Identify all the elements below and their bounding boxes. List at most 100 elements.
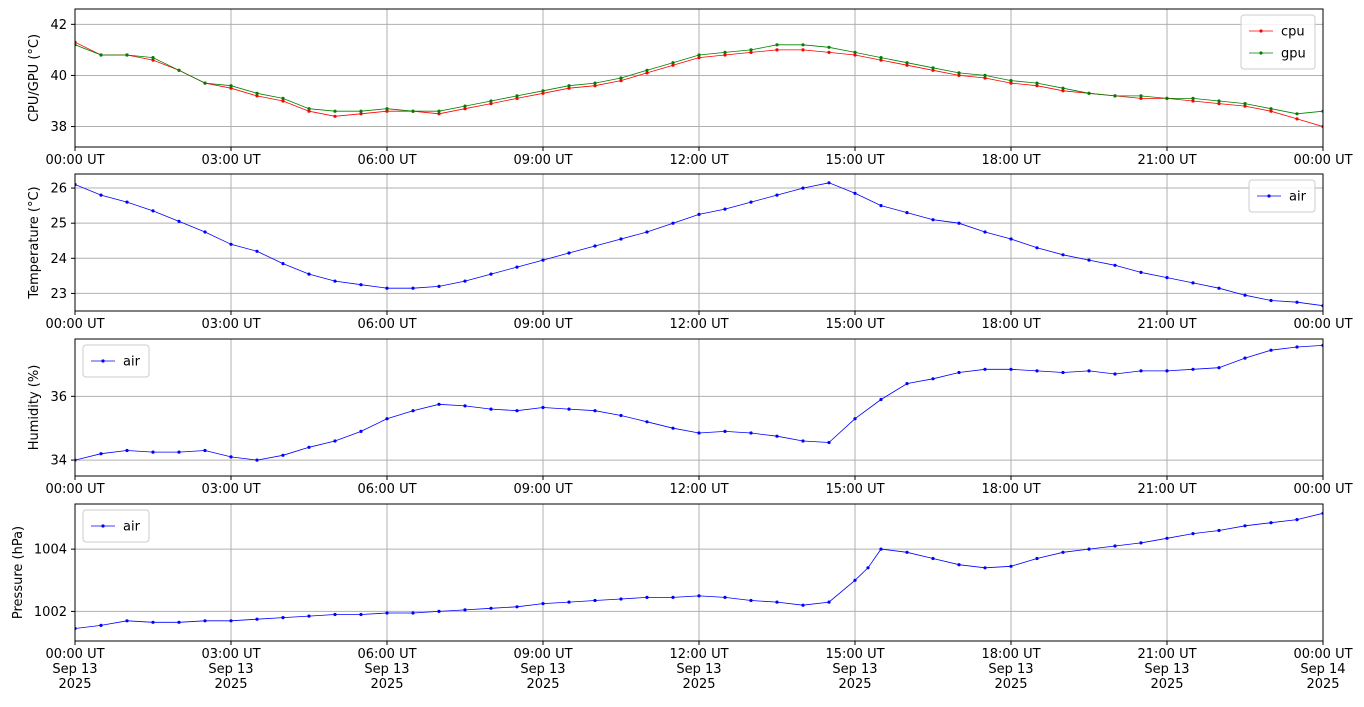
data-point-gpu: [385, 107, 389, 111]
x-tick-label: 12:00 UT Sep 13 2025: [669, 647, 728, 692]
x-tick-label-line: 03:00 UT: [201, 482, 260, 497]
data-point-air: [489, 272, 493, 276]
data-point-air: [1061, 550, 1065, 554]
data-point-air: [1009, 237, 1013, 241]
x-tick-label-line: 2025: [58, 677, 91, 692]
data-point-air: [593, 244, 597, 248]
data-point-air: [541, 405, 545, 410]
y-tick-label: 24: [50, 252, 67, 267]
x-tick-label-line: 00:00 UT: [45, 317, 104, 332]
data-point-gpu: [619, 76, 623, 80]
data-point-gpu: [1295, 112, 1299, 116]
data-point-gpu: [125, 53, 129, 57]
x-tick-label: 12:00 UT: [669, 317, 728, 332]
legend-marker-gpu: [1259, 51, 1263, 55]
x-tick-label-line: 2025: [838, 677, 871, 692]
data-point-gpu: [645, 68, 649, 72]
data-point-air: [931, 377, 935, 381]
data-point-air: [983, 367, 987, 371]
data-point-air: [1295, 300, 1299, 304]
data-point-air: [645, 595, 649, 600]
x-tick-label: 09:00 UT: [513, 317, 572, 332]
data-point-gpu: [229, 84, 233, 88]
data-point-air: [1217, 286, 1221, 290]
data-point-air: [1295, 345, 1299, 349]
x-tick-label-line: 00:00 UT: [1293, 647, 1352, 662]
x-tick-label: 00:00 UT Sep 14 2025: [1293, 647, 1352, 692]
x-tick-label-line: 00:00 UT: [1293, 153, 1352, 168]
data-point-air: [645, 420, 649, 424]
x-tick-label-line: 18:00 UT: [981, 647, 1040, 662]
data-point-air: [697, 212, 701, 216]
data-point-gpu: [1009, 79, 1013, 83]
y-tick-label: 23: [50, 287, 67, 302]
x-tick-label: 00:00 UT: [1293, 482, 1352, 497]
data-point-air: [151, 450, 155, 454]
x-tick-label-line: 09:00 UT: [513, 647, 572, 662]
data-point-gpu: [1217, 99, 1221, 103]
x-tick-label: 06:00 UT: [357, 317, 416, 332]
data-point-gpu: [203, 81, 207, 85]
x-tick-label-line: 06:00 UT: [357, 647, 416, 662]
data-point-air: [853, 578, 857, 582]
x-tick-label-line: 03:00 UT: [201, 317, 260, 332]
data-point-air: [749, 431, 753, 435]
data-point-air: [1009, 367, 1013, 371]
x-tick-label: 03:00 UT Sep 13 2025: [201, 647, 260, 692]
data-point-air: [1061, 370, 1065, 375]
data-point-air: [723, 595, 727, 600]
data-point-air: [1269, 348, 1273, 352]
x-tick-label: 21:00 UT Sep 13 2025: [1137, 647, 1196, 692]
data-point-air: [1087, 547, 1091, 551]
data-point-air: [515, 409, 519, 413]
x-tick-label-line: 00:00 UT: [45, 647, 104, 662]
data-point-gpu: [177, 68, 181, 72]
data-point-gpu: [359, 109, 363, 113]
x-tick-label-line: 00:00 UT: [45, 153, 104, 168]
x-tick-label-line: Sep 13: [988, 662, 1033, 677]
x-tick-label: 03:00 UT: [201, 317, 260, 332]
data-point-air: [1165, 536, 1169, 540]
data-point-cpu: [801, 48, 805, 52]
y-tick-label: 42: [50, 18, 67, 33]
x-tick-label-line: 00:00 UT: [1293, 482, 1352, 497]
legend: air: [82, 509, 150, 543]
x-tick-label: 09:00 UT Sep 13 2025: [513, 647, 572, 692]
x-tick-label-line: 06:00 UT: [357, 482, 416, 497]
x-tick-label-line: 2025: [1306, 677, 1339, 692]
x-tick-label-line: Sep 13: [676, 662, 721, 677]
x-tick-label-line: Sep 13: [520, 662, 565, 677]
data-point-gpu: [593, 81, 597, 85]
data-point-gpu: [801, 43, 805, 47]
data-point-air: [281, 262, 285, 266]
data-point-air: [99, 623, 103, 628]
data-point-air: [229, 242, 233, 246]
data-point-gpu: [905, 61, 909, 65]
x-tick-label-line: 12:00 UT: [669, 647, 728, 662]
data-point-air: [489, 407, 493, 411]
data-point-air: [619, 237, 623, 241]
data-point-air: [567, 251, 571, 255]
y-axis-label: Humidity (%): [27, 365, 42, 451]
data-point-air: [697, 431, 701, 435]
data-point-gpu: [255, 91, 259, 95]
x-tick-label-line: 03:00 UT: [201, 647, 260, 662]
legend-label-air: air: [123, 355, 141, 370]
data-point-air: [463, 404, 467, 408]
y-axis-label: CPU/GPU (°C): [27, 34, 42, 122]
data-point-cpu: [775, 48, 779, 52]
data-point-air: [593, 598, 597, 603]
data-point-gpu: [931, 66, 935, 70]
data-point-air: [905, 550, 909, 554]
data-point-air: [905, 382, 909, 386]
x-tick-label: 00:00 UT: [45, 153, 104, 168]
legend-marker-air: [1267, 194, 1271, 198]
x-tick-label-line: 00:00 UT: [45, 482, 104, 497]
data-point-air: [905, 211, 909, 215]
data-point-air: [593, 409, 597, 413]
data-point-gpu: [983, 73, 987, 77]
x-tick-label-line: 12:00 UT: [669, 317, 728, 332]
data-point-air: [1243, 524, 1247, 528]
data-point-air: [333, 612, 337, 617]
data-point-gpu: [151, 56, 155, 60]
